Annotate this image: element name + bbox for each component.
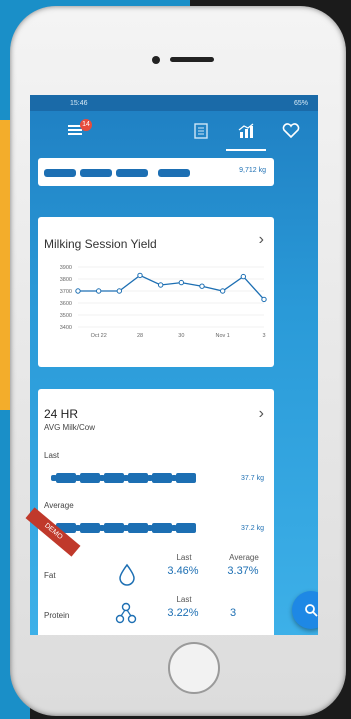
- y-tick-label: 3600: [60, 301, 72, 307]
- notification-badge: 14: [80, 119, 92, 131]
- data-point: [240, 273, 247, 280]
- data-point: [116, 288, 123, 294]
- stats-title: 24 HR: [44, 407, 79, 421]
- cow-icon: [147, 523, 172, 533]
- data-point: [261, 296, 267, 303]
- chart-icon: [238, 123, 254, 138]
- data-point: [75, 288, 81, 294]
- average-label: Average: [44, 501, 74, 510]
- droplet-icon: [119, 563, 135, 586]
- chevron-right-icon[interactable]: ›: [259, 405, 264, 423]
- col-last-header: Last: [176, 595, 192, 604]
- herd-total-value: 9,712 kg: [239, 167, 266, 174]
- col-last-header: Last: [176, 553, 192, 562]
- cow-icon: [51, 473, 76, 483]
- tab-favorites[interactable]: [280, 121, 302, 141]
- home-button[interactable]: [168, 642, 220, 694]
- last-value: 37.7 kg: [241, 475, 264, 482]
- cow-icon: [99, 473, 124, 483]
- cow-icon: [123, 523, 148, 533]
- cow-icon: [99, 523, 124, 533]
- cow-group-icon: [158, 169, 190, 177]
- x-tick-label: 28: [137, 333, 143, 339]
- data-point: [199, 283, 205, 289]
- y-tick-label: 3800: [60, 277, 72, 283]
- cow-icons-last: [51, 473, 196, 483]
- status-battery: 65%: [293, 99, 308, 107]
- fat-label: Fat: [44, 571, 56, 580]
- cow-icon: [123, 473, 148, 483]
- cow-icon: [147, 473, 172, 483]
- data-point: [178, 279, 185, 286]
- data-point: [137, 272, 143, 279]
- tab-analytics[interactable]: [235, 121, 257, 141]
- last-label: Last: [44, 451, 60, 460]
- active-tab-indicator: [226, 149, 266, 151]
- molecule-icon: [115, 602, 137, 624]
- cow-icon: [75, 473, 100, 483]
- data-point: [95, 288, 102, 294]
- col-average-header: Average: [229, 553, 259, 562]
- herd-summary-card[interactable]: 9,712 kg: [38, 158, 274, 186]
- y-tick-label: 3700: [60, 289, 72, 295]
- fat-last-value: 3.46%: [167, 565, 199, 577]
- y-tick-label: 3400: [60, 325, 72, 331]
- cow-icon: [171, 473, 196, 483]
- tab-list[interactable]: [190, 121, 212, 141]
- status-bar: 15:46 65%: [30, 95, 318, 111]
- chevron-right-icon[interactable]: ›: [259, 231, 264, 249]
- x-tick-label: 3: [262, 333, 265, 339]
- x-tick-label: Nov 1: [215, 333, 229, 339]
- x-tick-label: 30: [178, 333, 184, 339]
- milking-session-yield-card[interactable]: Milking Session Yield › 3900 3800 3700 3600…: [38, 217, 274, 367]
- fat-average-value: 3.37%: [227, 565, 259, 577]
- search-icon: [305, 604, 318, 617]
- data-point: [219, 288, 226, 294]
- heart-icon: [282, 123, 300, 139]
- card-title: Milking Session Yield: [44, 237, 157, 251]
- y-tick-label: 3500: [60, 313, 72, 319]
- status-time: 15:46: [70, 99, 88, 107]
- x-tick-label: Oct 22: [91, 333, 107, 339]
- protein-average-value: 3: [229, 607, 237, 619]
- cow-group-icon: [44, 169, 76, 177]
- y-tick-label: 3900: [60, 265, 72, 271]
- average-value: 37.2 kg: [241, 525, 264, 532]
- avg-milk-card[interactable]: 24 HR AVG Milk/Cow › Last 37.7 kg Averag…: [38, 389, 274, 635]
- stats-subtitle: AVG Milk/Cow: [44, 423, 95, 432]
- search-fab[interactable]: [292, 591, 318, 629]
- protein-label: Protein: [44, 611, 70, 620]
- cow-icon: [75, 523, 100, 533]
- cow-group-icon: [80, 169, 112, 177]
- cow-icon: [171, 523, 196, 533]
- list-icon: [194, 123, 208, 139]
- yield-line-chart: 3900 3800 3700 3600 3500 3400 Oct 22 28 30 Nov 1 3: [60, 265, 267, 339]
- camera-dot: [152, 56, 160, 64]
- protein-last-value: 3.22%: [167, 607, 199, 619]
- data-point: [157, 282, 164, 288]
- cow-group-icon: [116, 169, 148, 177]
- speaker-grille: [170, 57, 214, 62]
- cow-icons-average: [51, 523, 196, 533]
- app-bar: 14: [30, 111, 318, 153]
